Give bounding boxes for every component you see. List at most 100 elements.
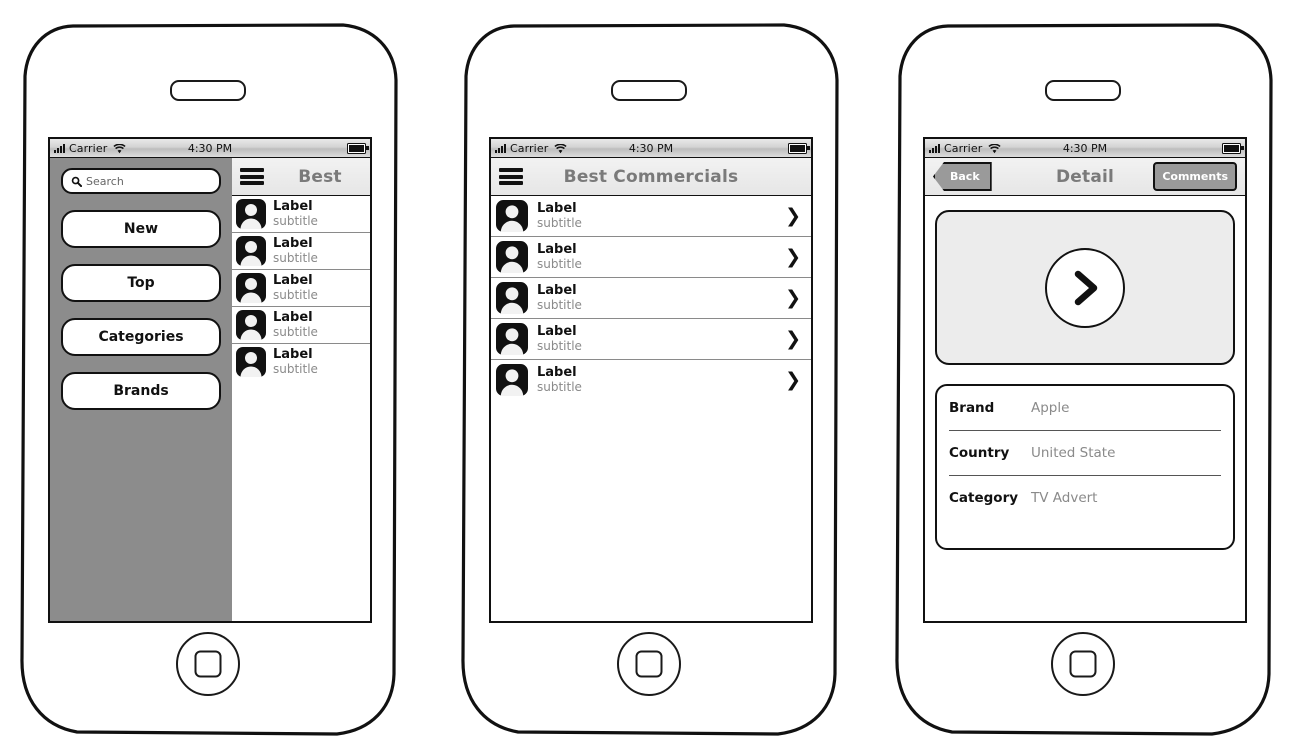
hamburger-menu-icon[interactable] — [240, 168, 264, 185]
sidebar-item-top[interactable]: Top — [61, 264, 221, 302]
search-input[interactable]: Search — [61, 168, 221, 194]
result-list: Label subtitle Label subtitle Label subt… — [232, 196, 370, 380]
info-table: Brand Apple Country United State Categor… — [935, 384, 1235, 550]
sidebar-item-categories[interactable]: Categories — [61, 318, 221, 356]
chevron-right-icon: ❯ — [785, 368, 801, 391]
home-square-icon — [1069, 650, 1097, 678]
sidebar-item-label: New — [123, 221, 159, 237]
sidebar-item-new[interactable]: New — [61, 210, 221, 248]
home-button[interactable] — [1051, 632, 1115, 696]
list-item[interactable]: Label subtitle — [232, 344, 370, 380]
list-item-subtitle: subtitle — [537, 338, 582, 353]
chevron-right-icon: ❯ — [785, 286, 801, 309]
list-item[interactable]: Label subtitle — [232, 307, 370, 344]
hamburger-menu-icon[interactable] — [499, 168, 523, 185]
list-item-label: Label — [537, 365, 577, 380]
list-item-label: Label — [273, 236, 313, 251]
user-avatar-icon — [495, 322, 529, 356]
list-item[interactable]: Label subtitle — [232, 196, 370, 233]
detail-content: Brand Apple Country United State Categor… — [925, 196, 1245, 621]
list-item-label: Label — [537, 283, 577, 298]
user-avatar-icon — [235, 198, 267, 230]
search-placeholder: Search — [86, 174, 124, 188]
earpiece-speaker — [1045, 80, 1121, 101]
list-item-subtitle: subtitle — [273, 287, 318, 302]
status-bar: Carrier 4:30 PM — [491, 139, 811, 158]
user-avatar-icon — [235, 272, 267, 304]
status-clock: 4:30 PM — [628, 141, 674, 155]
status-clock: 4:30 PM — [1062, 141, 1108, 155]
user-avatar-icon — [235, 235, 267, 267]
home-square-icon — [194, 650, 222, 678]
list-item-label: Label — [537, 324, 577, 339]
list-item-text: Label subtitle — [273, 199, 368, 228]
user-avatar-icon — [235, 309, 267, 341]
list-item-label: Label — [273, 310, 313, 325]
list-item-label: Label — [273, 199, 313, 214]
list-item-text: Label subtitle — [537, 283, 777, 312]
phone-mockup-list: Carrier 4:30 PM Best Commercials Label s… — [456, 18, 842, 740]
list-item-subtitle: subtitle — [537, 256, 582, 271]
nav-bar: Best Commercials — [491, 158, 811, 196]
list-item[interactable]: Label subtitle — [232, 233, 370, 270]
info-key: Category — [949, 490, 1019, 506]
table-row: Category TV Advert — [949, 476, 1221, 520]
list-item[interactable]: Label subtitle ❯ — [491, 319, 811, 360]
info-key: Brand — [949, 400, 995, 416]
list-item-text: Label subtitle — [537, 242, 777, 271]
user-avatar-icon — [235, 346, 267, 378]
battery-icon — [1222, 142, 1244, 154]
list-item-label: Label — [273, 347, 313, 362]
battery-icon — [788, 142, 810, 154]
list-item-text: Label subtitle — [273, 347, 368, 376]
battery-icon — [347, 142, 369, 154]
info-value: United State — [1031, 445, 1116, 461]
list-item-subtitle: subtitle — [537, 215, 582, 230]
list-item-text: Label subtitle — [273, 310, 368, 339]
list-item-subtitle: subtitle — [273, 324, 318, 339]
chevron-right-icon: ❯ — [785, 245, 801, 268]
user-avatar-icon — [495, 281, 529, 315]
list-item[interactable]: Label subtitle ❯ — [491, 360, 811, 400]
list-item[interactable]: Label subtitle ❯ — [491, 278, 811, 319]
list-item-subtitle: subtitle — [537, 297, 582, 312]
back-button[interactable]: Back — [933, 162, 992, 191]
earpiece-speaker — [170, 80, 246, 101]
list-item[interactable]: Label subtitle — [232, 270, 370, 307]
list-item-subtitle: subtitle — [273, 213, 318, 228]
phone-screen: Carrier 4:30 PM Best Commercials Label s… — [489, 137, 813, 623]
list-item[interactable]: Label subtitle ❯ — [491, 237, 811, 278]
comments-button[interactable]: Comments — [1153, 162, 1237, 191]
page-title: Best Commercials — [563, 166, 739, 187]
home-button[interactable] — [176, 632, 240, 696]
list-item-label: Label — [537, 201, 577, 216]
earpiece-speaker — [611, 80, 687, 101]
phone-mockup-detail: Carrier 4:30 PM Back Detail Comments Bra… — [890, 18, 1276, 740]
phone-mockup-menu: Carrier 4:30 PM Search New Top Categorie… — [15, 18, 401, 740]
sidebar-item-label: Top — [127, 275, 155, 291]
sidebar-menu: Search New Top Categories Brands — [50, 158, 232, 621]
sidebar-item-brands[interactable]: Brands — [61, 372, 221, 410]
user-avatar-icon — [495, 199, 529, 233]
list-item-text: Label subtitle — [537, 201, 777, 230]
nav-bar: Best — [232, 158, 370, 196]
table-row: Brand Apple — [949, 386, 1221, 431]
list-item-label: Label — [273, 273, 313, 288]
list-item-text: Label subtitle — [537, 324, 777, 353]
phone-screen: Carrier 4:30 PM Back Detail Comments Bra… — [923, 137, 1247, 623]
status-bar: Carrier 4:30 PM — [50, 139, 370, 158]
search-icon — [71, 172, 83, 191]
list-item[interactable]: Label subtitle ❯ — [491, 196, 811, 237]
chevron-right-icon: ❯ — [785, 327, 801, 350]
video-player[interactable] — [935, 210, 1235, 365]
home-button[interactable] — [617, 632, 681, 696]
chevron-right-icon: ❯ — [785, 204, 801, 227]
sidebar-item-label: Brands — [113, 383, 169, 399]
play-chevron-icon[interactable] — [1045, 247, 1125, 328]
back-button-label: Back — [950, 170, 980, 183]
list-item-label: Label — [537, 242, 577, 257]
user-avatar-icon — [495, 240, 529, 274]
list-item-subtitle: subtitle — [273, 250, 318, 265]
list-item-text: Label subtitle — [273, 236, 368, 265]
info-value: Apple — [1031, 400, 1070, 416]
